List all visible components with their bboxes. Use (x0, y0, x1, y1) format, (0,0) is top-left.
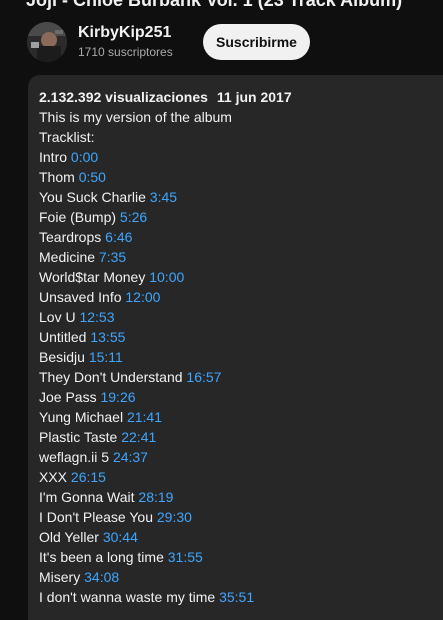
track-row: I'm Gonna Wait 28:19 (39, 487, 292, 507)
track-title: I Don't Please You (39, 509, 153, 525)
tracklist-heading: Tracklist: (39, 129, 95, 145)
track-row: I don't wanna waste my time 35:51 (39, 587, 292, 607)
upload-date: 11 jun 2017 (216, 89, 292, 105)
track-timestamp-link[interactable]: 15:11 (89, 349, 123, 365)
track-title: Thom (39, 169, 75, 185)
track-row: Untitled 13:55 (39, 327, 292, 347)
track-title: It's been a long time (39, 549, 164, 565)
track-row: Misery 34:08 (39, 567, 292, 587)
track-timestamp-link[interactable]: 5:26 (120, 209, 147, 225)
track-row: I Don't Please You 29:30 (39, 507, 292, 527)
track-timestamp-link[interactable]: 12:53 (79, 309, 114, 325)
track-row: Old Yeller 30:44 (39, 527, 292, 547)
track-timestamp-link[interactable]: 12:00 (125, 289, 160, 305)
subscribe-button[interactable]: Suscribirme (203, 24, 310, 60)
video-watch-page: Joji - Chloe Burbank Vol. 1 (23 Track Al… (0, 0, 443, 620)
track-timestamp-link[interactable]: 0:00 (71, 149, 98, 165)
tracklist: Intro 0:00 Thom 0:50 You Suck Charlie 3:45… (39, 147, 292, 607)
track-timestamp-link[interactable]: 3:45 (150, 189, 177, 205)
track-row: Foie (Bump) 5:26 (39, 207, 292, 227)
track-title: You Suck Charlie (39, 189, 146, 205)
track-row: They Don't Understand 16:57 (39, 367, 292, 387)
track-timestamp-link[interactable]: 35:51 (219, 589, 254, 605)
track-title: Teardrops (39, 229, 102, 245)
track-timestamp-link[interactable]: 19:26 (100, 389, 135, 405)
track-row: It's been a long time 31:55 (39, 547, 292, 567)
track-timestamp-link[interactable]: 29:30 (157, 509, 192, 525)
track-title: Joe Pass (39, 389, 97, 405)
track-timestamp-link[interactable]: 0:50 (79, 169, 106, 185)
description-content: 2.132.392 visualizaciones 11 jun 2017 Thi… (39, 87, 292, 607)
track-row: Teardrops 6:46 (39, 227, 292, 247)
track-timestamp-link[interactable]: 10:00 (149, 269, 184, 285)
track-row: Unsaved Info 12:00 (39, 287, 292, 307)
track-timestamp-link[interactable]: 24:37 (113, 449, 148, 465)
track-timestamp-link[interactable]: 26:15 (71, 469, 106, 485)
track-row: Yung Michael 21:41 (39, 407, 292, 427)
track-timestamp-link[interactable]: 6:46 (105, 229, 132, 245)
channel-avatar[interactable] (27, 22, 67, 62)
track-row: Joe Pass 19:26 (39, 387, 292, 407)
track-timestamp-link[interactable]: 16:57 (186, 369, 221, 385)
track-title: Plastic Taste (39, 429, 118, 445)
track-row: World$tar Money 10:00 (39, 267, 292, 287)
track-title: Medicine (39, 249, 96, 265)
description-line: This is my version of the album (39, 109, 232, 125)
description-panel[interactable]: 2.132.392 visualizaciones 11 jun 2017 Thi… (28, 75, 443, 620)
track-row: Medicine 7:35 (39, 247, 292, 267)
view-count: 2.132.392 visualizaciones (39, 89, 208, 105)
track-title: XXX (39, 469, 68, 485)
track-timestamp-link[interactable]: 30:44 (103, 529, 138, 545)
track-title: weflagn.ii 5 (39, 449, 110, 465)
track-row: Intro 0:00 (39, 147, 292, 167)
track-row: You Suck Charlie 3:45 (39, 187, 292, 207)
track-timestamp-link[interactable]: 34:08 (84, 569, 119, 585)
track-title: Untitled (39, 329, 87, 345)
channel-meta: KirbyKip251 1710 suscriptores (78, 23, 173, 61)
track-title: I don't wanna waste my time (39, 589, 216, 605)
video-stats: 2.132.392 visualizaciones 11 jun 2017 (39, 87, 292, 107)
channel-info: KirbyKip251 1710 suscriptores (27, 21, 173, 63)
track-title: Intro (39, 149, 68, 165)
track-row: weflagn.ii 5 24:37 (39, 447, 292, 467)
track-title: Misery (39, 569, 81, 585)
track-timestamp-link[interactable]: 13:55 (90, 329, 125, 345)
track-row: Thom 0:50 (39, 167, 292, 187)
track-timestamp-link[interactable]: 22:41 (121, 429, 156, 445)
track-title: Lov U (39, 309, 76, 325)
track-timestamp-link[interactable]: 21:41 (127, 409, 162, 425)
track-title: Unsaved Info (39, 289, 122, 305)
track-timestamp-link[interactable]: 31:55 (168, 549, 203, 565)
track-row: XXX 26:15 (39, 467, 292, 487)
track-timestamp-link[interactable]: 7:35 (99, 249, 126, 265)
track-title: Besidju (39, 349, 85, 365)
subscriber-count: 1710 suscriptores (78, 45, 173, 59)
track-timestamp-link[interactable]: 28:19 (138, 489, 173, 505)
channel-name[interactable]: KirbyKip251 (78, 23, 173, 43)
avatar-image-icon (27, 22, 67, 62)
track-row: Besidju 15:11 (39, 347, 292, 367)
track-title: Old Yeller (39, 529, 99, 545)
track-row: Plastic Taste 22:41 (39, 427, 292, 447)
track-row: Lov U 12:53 (39, 307, 292, 327)
track-title: Foie (Bump) (39, 209, 117, 225)
track-title: Yung Michael (39, 409, 124, 425)
track-title: They Don't Understand (39, 369, 183, 385)
video-title: Joji - Chloe Burbank Vol. 1 (23 Track Al… (26, 0, 403, 10)
track-title: I'm Gonna Wait (39, 489, 135, 505)
track-title: World$tar Money (39, 269, 146, 285)
